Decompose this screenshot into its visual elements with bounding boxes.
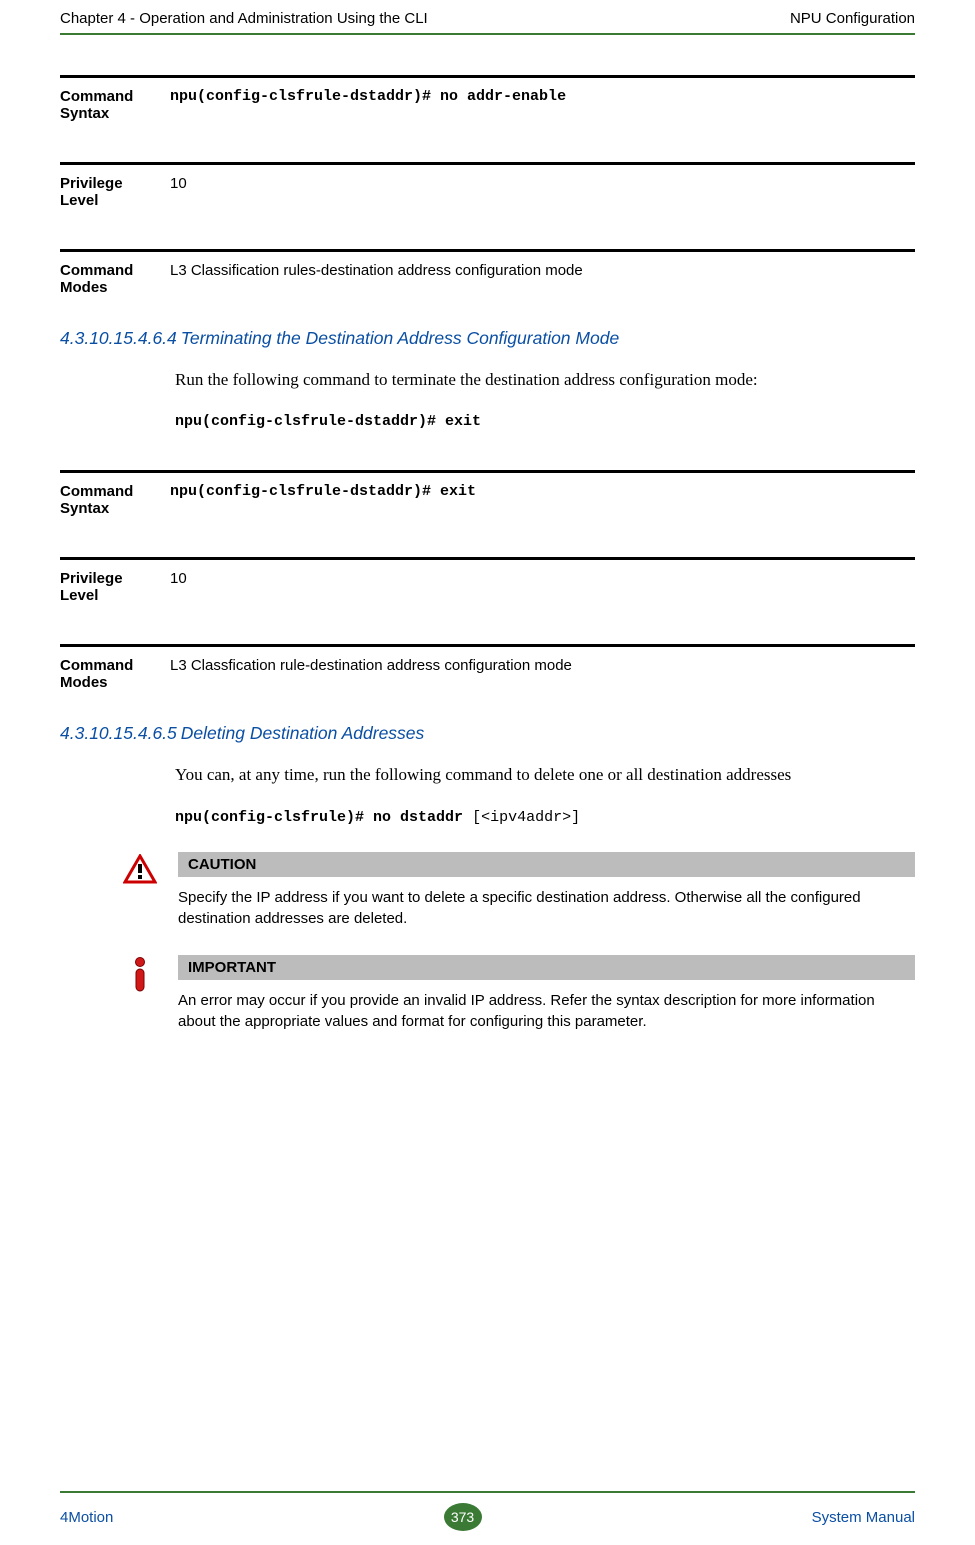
command-line-exit: npu(config-clsfrule-dstaddr)# exit xyxy=(175,413,915,430)
privilege-block-1: Privilege Level 10 xyxy=(60,162,915,209)
command-optional: [<ipv4addr>] xyxy=(472,809,580,826)
command-syntax-value: npu(config-clsfrule-dstaddr)# no addr-en… xyxy=(170,86,915,105)
command-line-no-dstaddr: npu(config-clsfrule)# no dstaddr [<ipv4a… xyxy=(175,809,915,826)
page: Chapter 4 - Operation and Administration… xyxy=(0,0,975,1545)
header-left: Chapter 4 - Operation and Administration… xyxy=(60,10,428,27)
command-modes-value: L3 Classfication rule-destination addres… xyxy=(170,655,915,674)
divider xyxy=(60,644,915,647)
divider xyxy=(60,75,915,78)
section-heading-deleting: 4.3.10.15.4.6.5Deleting Destination Addr… xyxy=(60,723,915,744)
divider xyxy=(60,249,915,252)
modes-block-1: Command Modes L3 Classification rules-de… xyxy=(60,249,915,296)
caution-text: Specify the IP address if you want to de… xyxy=(178,877,915,929)
section-title: Terminating the Destination Address Conf… xyxy=(181,328,619,348)
important-callout: IMPORTANT An error may occur if you prov… xyxy=(120,955,915,1032)
section-paragraph: Run the following command to terminate t… xyxy=(175,367,915,393)
important-title: IMPORTANT xyxy=(178,955,915,980)
privilege-level-value: 10 xyxy=(170,173,915,192)
caution-title: CAUTION xyxy=(178,852,915,877)
modes-block-2: Command Modes L3 Classfication rule-dest… xyxy=(60,644,915,691)
command-modes-label: Command Modes xyxy=(60,655,170,691)
command-syntax-label: Command Syntax xyxy=(60,481,170,517)
header-right: NPU Configuration xyxy=(790,10,915,27)
command-block-1: Command Syntax npu(config-clsfrule-dstad… xyxy=(60,75,915,122)
divider xyxy=(60,557,915,560)
section-number: 4.3.10.15.4.6.5 xyxy=(60,723,177,743)
caution-callout: CAUTION Specify the IP address if you wa… xyxy=(120,852,915,929)
command-block-2: Command Syntax npu(config-clsfrule-dstad… xyxy=(60,470,915,517)
section-title: Deleting Destination Addresses xyxy=(181,723,425,743)
divider xyxy=(60,470,915,473)
footer-right: System Manual xyxy=(812,1509,915,1526)
page-header: Chapter 4 - Operation and Administration… xyxy=(60,0,915,27)
caution-icon xyxy=(120,852,160,929)
section-paragraph: You can, at any time, run the following … xyxy=(175,762,915,788)
section-number: 4.3.10.15.4.6.4 xyxy=(60,328,177,348)
command-modes-label: Command Modes xyxy=(60,260,170,296)
command-syntax-value: npu(config-clsfrule-dstaddr)# exit xyxy=(170,481,915,500)
privilege-level-value: 10 xyxy=(170,568,915,587)
page-footer: 4Motion 373 System Manual xyxy=(60,1491,915,1531)
privilege-block-2: Privilege Level 10 xyxy=(60,557,915,604)
privilege-level-label: Privilege Level xyxy=(60,568,170,604)
footer-rule xyxy=(60,1491,915,1493)
section-heading-terminating: 4.3.10.15.4.6.4Terminating the Destinati… xyxy=(60,328,915,349)
page-number-badge: 373 xyxy=(444,1503,482,1531)
divider xyxy=(60,162,915,165)
footer-left: 4Motion xyxy=(60,1509,113,1526)
command-syntax-label: Command Syntax xyxy=(60,86,170,122)
privilege-level-label: Privilege Level xyxy=(60,173,170,209)
command-bold: npu(config-clsfrule)# no dstaddr xyxy=(175,809,472,826)
header-rule xyxy=(60,33,915,35)
important-text: An error may occur if you provide an inv… xyxy=(178,980,915,1032)
important-icon xyxy=(120,955,160,1032)
command-modes-value: L3 Classification rules-destination addr… xyxy=(170,260,915,279)
